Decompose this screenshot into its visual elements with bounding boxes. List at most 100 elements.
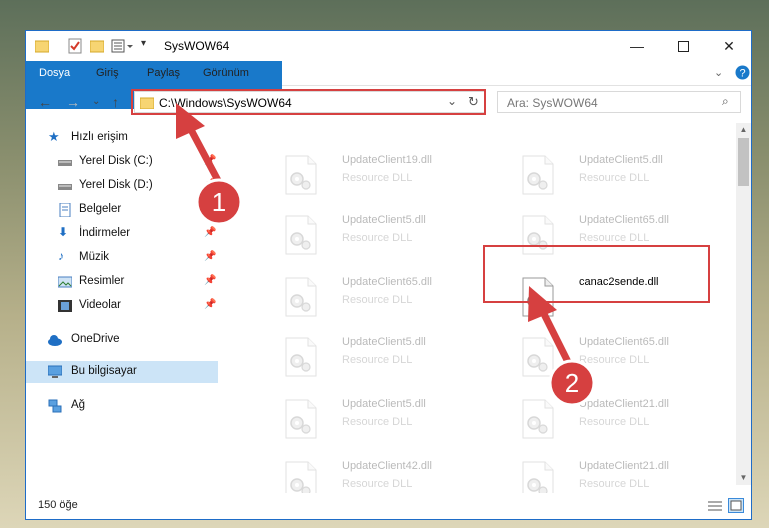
file-type: Resource DLL xyxy=(579,416,650,428)
customize-toolbar-icon[interactable] xyxy=(111,38,133,54)
file-item[interactable]: UpdateClient5.dll Resource DLL xyxy=(511,151,734,199)
scroll-down-icon[interactable]: ▼ xyxy=(736,473,751,482)
sidebar-item-onedrive[interactable]: OneDrive xyxy=(26,329,218,351)
title-bar: ▾ SysWOW64 — ✕ xyxy=(26,31,751,61)
navigation-pane: ★ Hızlı erişim Yerel Disk (C:) 📌 Yerel D… xyxy=(26,123,218,493)
folder-icon xyxy=(35,40,49,53)
close-icon: ✕ xyxy=(723,37,735,54)
search-input[interactable]: Ara: SysWOW64 ⌕ xyxy=(497,91,741,113)
sidebar-item-local-disk-c[interactable]: Yerel Disk (C:) 📌 xyxy=(26,151,218,173)
file-name: UpdateClient65.dll xyxy=(579,336,669,348)
file-highlight-box xyxy=(483,245,710,303)
file-name: UpdateClient65.dll xyxy=(342,276,432,288)
file-name: UpdateClient42.dll xyxy=(342,460,432,472)
sidebar-item-label: Hızlı erişim xyxy=(71,131,128,143)
pin-icon[interactable]: 📌 xyxy=(204,227,216,238)
file-type: Resource DLL xyxy=(342,354,413,366)
item-count: 150 öğe xyxy=(38,499,78,511)
up-arrow-icon[interactable]: ↑ xyxy=(112,94,119,110)
file-item[interactable]: UpdateClient65.dll Resource DLL xyxy=(274,273,504,321)
sidebar-item-label: Belgeler xyxy=(79,203,122,215)
documents-icon xyxy=(59,203,71,217)
scroll-up-icon[interactable]: ▲ xyxy=(736,125,751,134)
file-name: UpdateClient5.dll xyxy=(342,336,426,348)
network-icon xyxy=(48,399,62,413)
file-type: Resource DLL xyxy=(579,232,650,244)
maximize-button[interactable] xyxy=(660,31,706,61)
dll-file-icon xyxy=(285,399,317,439)
file-type: Resource DLL xyxy=(579,354,650,366)
details-view-icon[interactable] xyxy=(707,499,723,513)
sidebar-item-music[interactable]: ♪ Müzik 📌 xyxy=(26,247,218,269)
forward-arrow-icon[interactable]: → xyxy=(66,94,80,110)
sidebar-item-label: Videolar xyxy=(79,299,121,311)
file-item[interactable]: UpdateClient42.dll Resource DLL xyxy=(274,457,504,493)
sidebar-item-label: Müzik xyxy=(79,251,110,263)
sidebar-item-quick-access[interactable]: ★ Hızlı erişim xyxy=(26,127,218,149)
file-item[interactable]: UpdateClient19.dll Resource DLL xyxy=(274,151,504,199)
dll-file-icon xyxy=(522,399,554,439)
back-arrow-icon[interactable]: ← xyxy=(38,94,52,110)
large-icons-view-icon[interactable] xyxy=(728,498,744,513)
tab-share[interactable]: Paylaş xyxy=(147,61,180,85)
dll-file-icon xyxy=(285,337,317,377)
help-icon[interactable]: ? xyxy=(735,65,750,80)
svg-text:?: ? xyxy=(739,68,745,80)
pin-icon[interactable]: 📌 xyxy=(204,251,216,262)
search-placeholder: Ara: SysWOW64 xyxy=(507,96,598,110)
dll-file-icon xyxy=(285,277,317,317)
file-type: Resource DLL xyxy=(342,294,413,306)
file-type: Resource DLL xyxy=(342,172,413,184)
close-button[interactable]: ✕ xyxy=(706,31,752,61)
new-folder-icon[interactable] xyxy=(90,38,104,54)
sidebar-item-videos[interactable]: Videolar 📌 xyxy=(26,295,218,317)
recent-locations-icon[interactable]: ⌄ xyxy=(92,96,100,107)
file-name: UpdateClient21.dll xyxy=(579,398,669,410)
sidebar-item-local-disk-d[interactable]: Yerel Disk (D:) 📌 xyxy=(26,175,218,197)
sidebar-item-pictures[interactable]: Resimler 📌 xyxy=(26,271,218,293)
pin-icon[interactable]: 📌 xyxy=(204,179,216,190)
drive-icon xyxy=(58,160,72,166)
sidebar-item-this-pc[interactable]: Bu bilgisayar xyxy=(26,361,218,383)
pin-icon[interactable]: 📌 xyxy=(204,203,216,214)
download-icon: ⬇ xyxy=(58,225,69,239)
maximize-icon xyxy=(677,40,689,52)
file-item[interactable]: UpdateClient65.dll Resource DLL xyxy=(511,333,734,381)
sidebar-item-label: Bu bilgisayar xyxy=(71,365,137,377)
dll-file-icon xyxy=(285,215,317,255)
properties-icon[interactable] xyxy=(68,38,82,54)
sidebar-item-downloads[interactable]: ⬇ İndirmeler 📌 xyxy=(26,223,218,245)
search-icon: ⌕ xyxy=(722,94,729,108)
vertical-scrollbar[interactable]: ▲ ▼ xyxy=(736,123,751,485)
sidebar-item-documents[interactable]: Belgeler 📌 xyxy=(26,199,218,221)
star-icon: ★ xyxy=(48,129,60,144)
sidebar-item-label: İndirmeler xyxy=(79,227,131,239)
pin-icon[interactable]: 📌 xyxy=(204,275,216,286)
file-item[interactable]: UpdateClient5.dll Resource DLL xyxy=(274,395,504,443)
explorer-window: ▾ SysWOW64 — ✕ Dosya Giriş Paylaş Görünü… xyxy=(25,30,752,520)
scrollbar-thumb[interactable] xyxy=(738,138,749,186)
pin-icon[interactable]: 📌 xyxy=(204,155,216,166)
file-item[interactable]: UpdateClient21.dll Resource DLL xyxy=(511,395,734,443)
minimize-button[interactable]: — xyxy=(614,31,660,61)
tab-view[interactable]: Görünüm xyxy=(203,61,249,85)
dll-file-icon xyxy=(285,461,317,493)
sidebar-item-label: Yerel Disk (D:) xyxy=(79,179,153,191)
drive-icon xyxy=(58,184,72,190)
file-item[interactable]: UpdateClient21.dll Resource DLL xyxy=(511,457,734,493)
file-name: UpdateClient21.dll xyxy=(579,460,669,472)
file-name: UpdateClient5.dll xyxy=(579,154,663,166)
dll-file-icon xyxy=(522,461,554,493)
pin-icon[interactable]: 📌 xyxy=(204,299,216,310)
file-item[interactable]: UpdateClient5.dll Resource DLL xyxy=(274,211,504,259)
expand-ribbon-icon[interactable]: ⌄ xyxy=(714,66,723,79)
tab-home[interactable]: Giriş xyxy=(96,61,119,85)
music-icon: ♪ xyxy=(58,249,64,263)
ribbon-tabs: Dosya Giriş Paylaş Görünüm ⌄ ? xyxy=(26,61,751,109)
sidebar-item-label: Resimler xyxy=(79,275,125,287)
file-type: Resource DLL xyxy=(342,478,413,490)
quick-access-dropdown-icon[interactable]: ▾ xyxy=(141,38,146,49)
file-name: UpdateClient5.dll xyxy=(342,398,426,410)
file-item[interactable]: UpdateClient5.dll Resource DLL xyxy=(274,333,504,381)
sidebar-item-network[interactable]: Ağ xyxy=(26,395,218,417)
